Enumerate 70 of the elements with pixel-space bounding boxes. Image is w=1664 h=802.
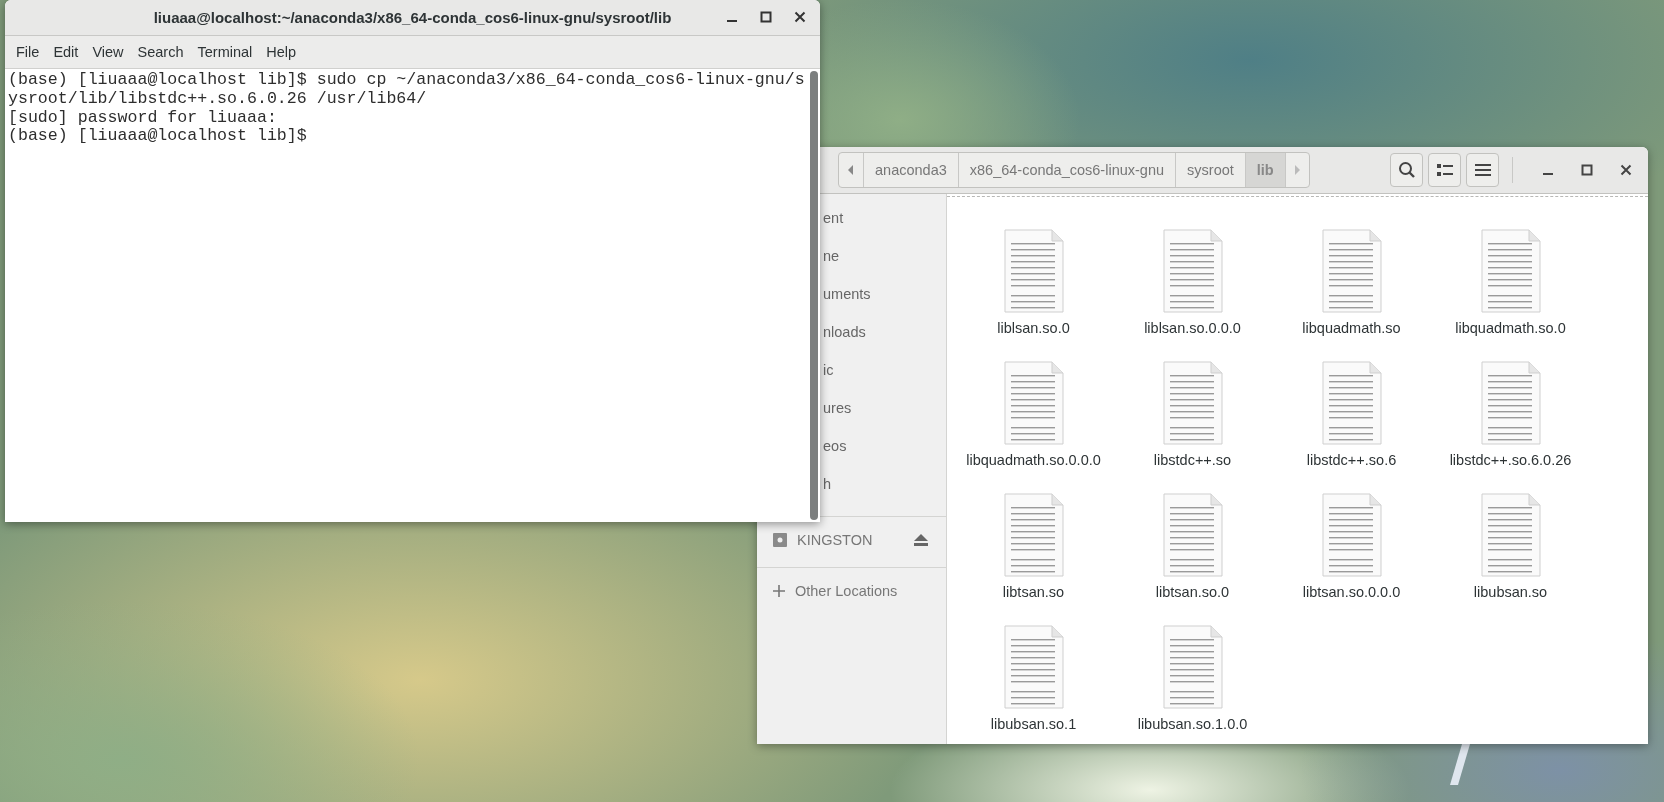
document-icon[interactable] — [1480, 493, 1541, 577]
menu-item[interactable]: Terminal — [190, 40, 260, 64]
sidebar-item[interactable]: KINGSTON — [797, 532, 904, 548]
terminal-line: [sudo] password for liuaaa: — [8, 108, 277, 128]
window-title: liuaaa@localhost:~/anaconda3/x86_64-conda_cos6-linux-gnu/sysroot/lib — [153, 9, 672, 26]
sidebar-item[interactable]: eos — [823, 438, 847, 454]
document-icon[interactable] — [1480, 229, 1541, 313]
menu-button[interactable] — [1466, 153, 1499, 187]
file-name: libquadmath.so.0 — [1455, 320, 1566, 336]
close-icon — [1620, 164, 1632, 176]
list-view-icon — [1436, 163, 1453, 177]
sidebar-item[interactable]: ures — [823, 400, 852, 416]
menu-icon — [1474, 163, 1491, 177]
maximize-icon — [1581, 164, 1593, 176]
file-name: libquadmath.so.0.0.0 — [966, 452, 1101, 468]
file-name: liblsan.so.0 — [997, 320, 1070, 336]
path-button[interactable]: x86_64-conda_cos6-linux-gnu — [957, 153, 1176, 187]
sidebar-item[interactable]: Other Locations — [795, 583, 928, 599]
file-name: libtsan.so.0.0.0 — [1302, 584, 1401, 600]
eject-icon[interactable] — [914, 534, 928, 546]
plus-icon — [773, 585, 785, 597]
file-name: libstdc++.so.6.0.26 — [1449, 452, 1572, 468]
terminal-line: (base) [liuaaa@localhost lib]$ — [8, 127, 307, 147]
document-icon[interactable] — [1003, 493, 1064, 577]
file-name: libubsan.so.1.0.0 — [1137, 716, 1248, 732]
menu-item[interactable]: Search — [130, 40, 191, 64]
close-icon — [794, 11, 806, 23]
search-icon — [1397, 161, 1416, 179]
menu-item[interactable]: Edit — [46, 40, 86, 64]
minimize-icon — [727, 20, 737, 22]
document-icon[interactable] — [1162, 493, 1223, 577]
document-icon[interactable] — [1003, 625, 1064, 709]
left-arrow-icon — [847, 165, 855, 175]
right-arrow-icon — [1293, 165, 1302, 175]
menu-item[interactable]: File — [9, 40, 47, 64]
sidebar-item[interactable]: uments — [823, 286, 871, 302]
document-icon[interactable] — [1162, 229, 1223, 313]
sidebar-item[interactable]: ne — [823, 248, 840, 264]
menu-item[interactable]: Help — [259, 40, 304, 64]
menu-item[interactable]: View — [85, 40, 131, 64]
terminal-line: ysroot/lib/libstdc++.so.6.0.26 /usr/lib64/ — [8, 89, 427, 109]
terminal-line: (base) [liuaaa@localhost lib]$ sudo cp ~/anaconda3/x86_64-conda_cos6-linux-gnu/s — [8, 71, 805, 90]
sidebar-item[interactable]: nloads — [823, 324, 866, 340]
scrollbar[interactable] — [810, 71, 818, 520]
file-name: libubsan.so.1 — [990, 716, 1077, 732]
document-icon[interactable] — [1321, 229, 1382, 313]
drive-icon — [773, 533, 787, 547]
path-button[interactable]: anaconda3 — [863, 153, 958, 187]
file-name: libubsan.so — [1473, 584, 1548, 600]
document-icon[interactable] — [1321, 361, 1382, 445]
file-name: libstdc++.so — [1153, 452, 1232, 468]
document-icon[interactable] — [1003, 229, 1064, 313]
search-button[interactable] — [1390, 153, 1423, 187]
document-icon[interactable] — [1480, 361, 1541, 445]
file-name: libtsan.so.0 — [1155, 584, 1230, 600]
document-icon[interactable] — [1321, 493, 1382, 577]
file-name: libstdc++.so.6 — [1306, 452, 1397, 468]
maximize-icon — [760, 11, 772, 23]
sidebar-item[interactable]: ic — [823, 362, 834, 378]
view-toggle-button[interactable] — [1428, 153, 1461, 187]
sidebar-item[interactable]: ent — [823, 210, 844, 226]
path-button[interactable]: sysroot — [1175, 153, 1245, 187]
minimize-icon — [1543, 173, 1553, 175]
document-icon[interactable] — [1162, 625, 1223, 709]
document-icon[interactable] — [1003, 361, 1064, 445]
file-name: liblsan.so.0.0.0 — [1144, 320, 1241, 336]
sidebar-item[interactable]: h — [823, 476, 832, 492]
document-icon[interactable] — [1162, 361, 1223, 445]
file-name: libtsan.so — [1002, 584, 1065, 600]
file-name: libquadmath.so — [1302, 320, 1401, 336]
